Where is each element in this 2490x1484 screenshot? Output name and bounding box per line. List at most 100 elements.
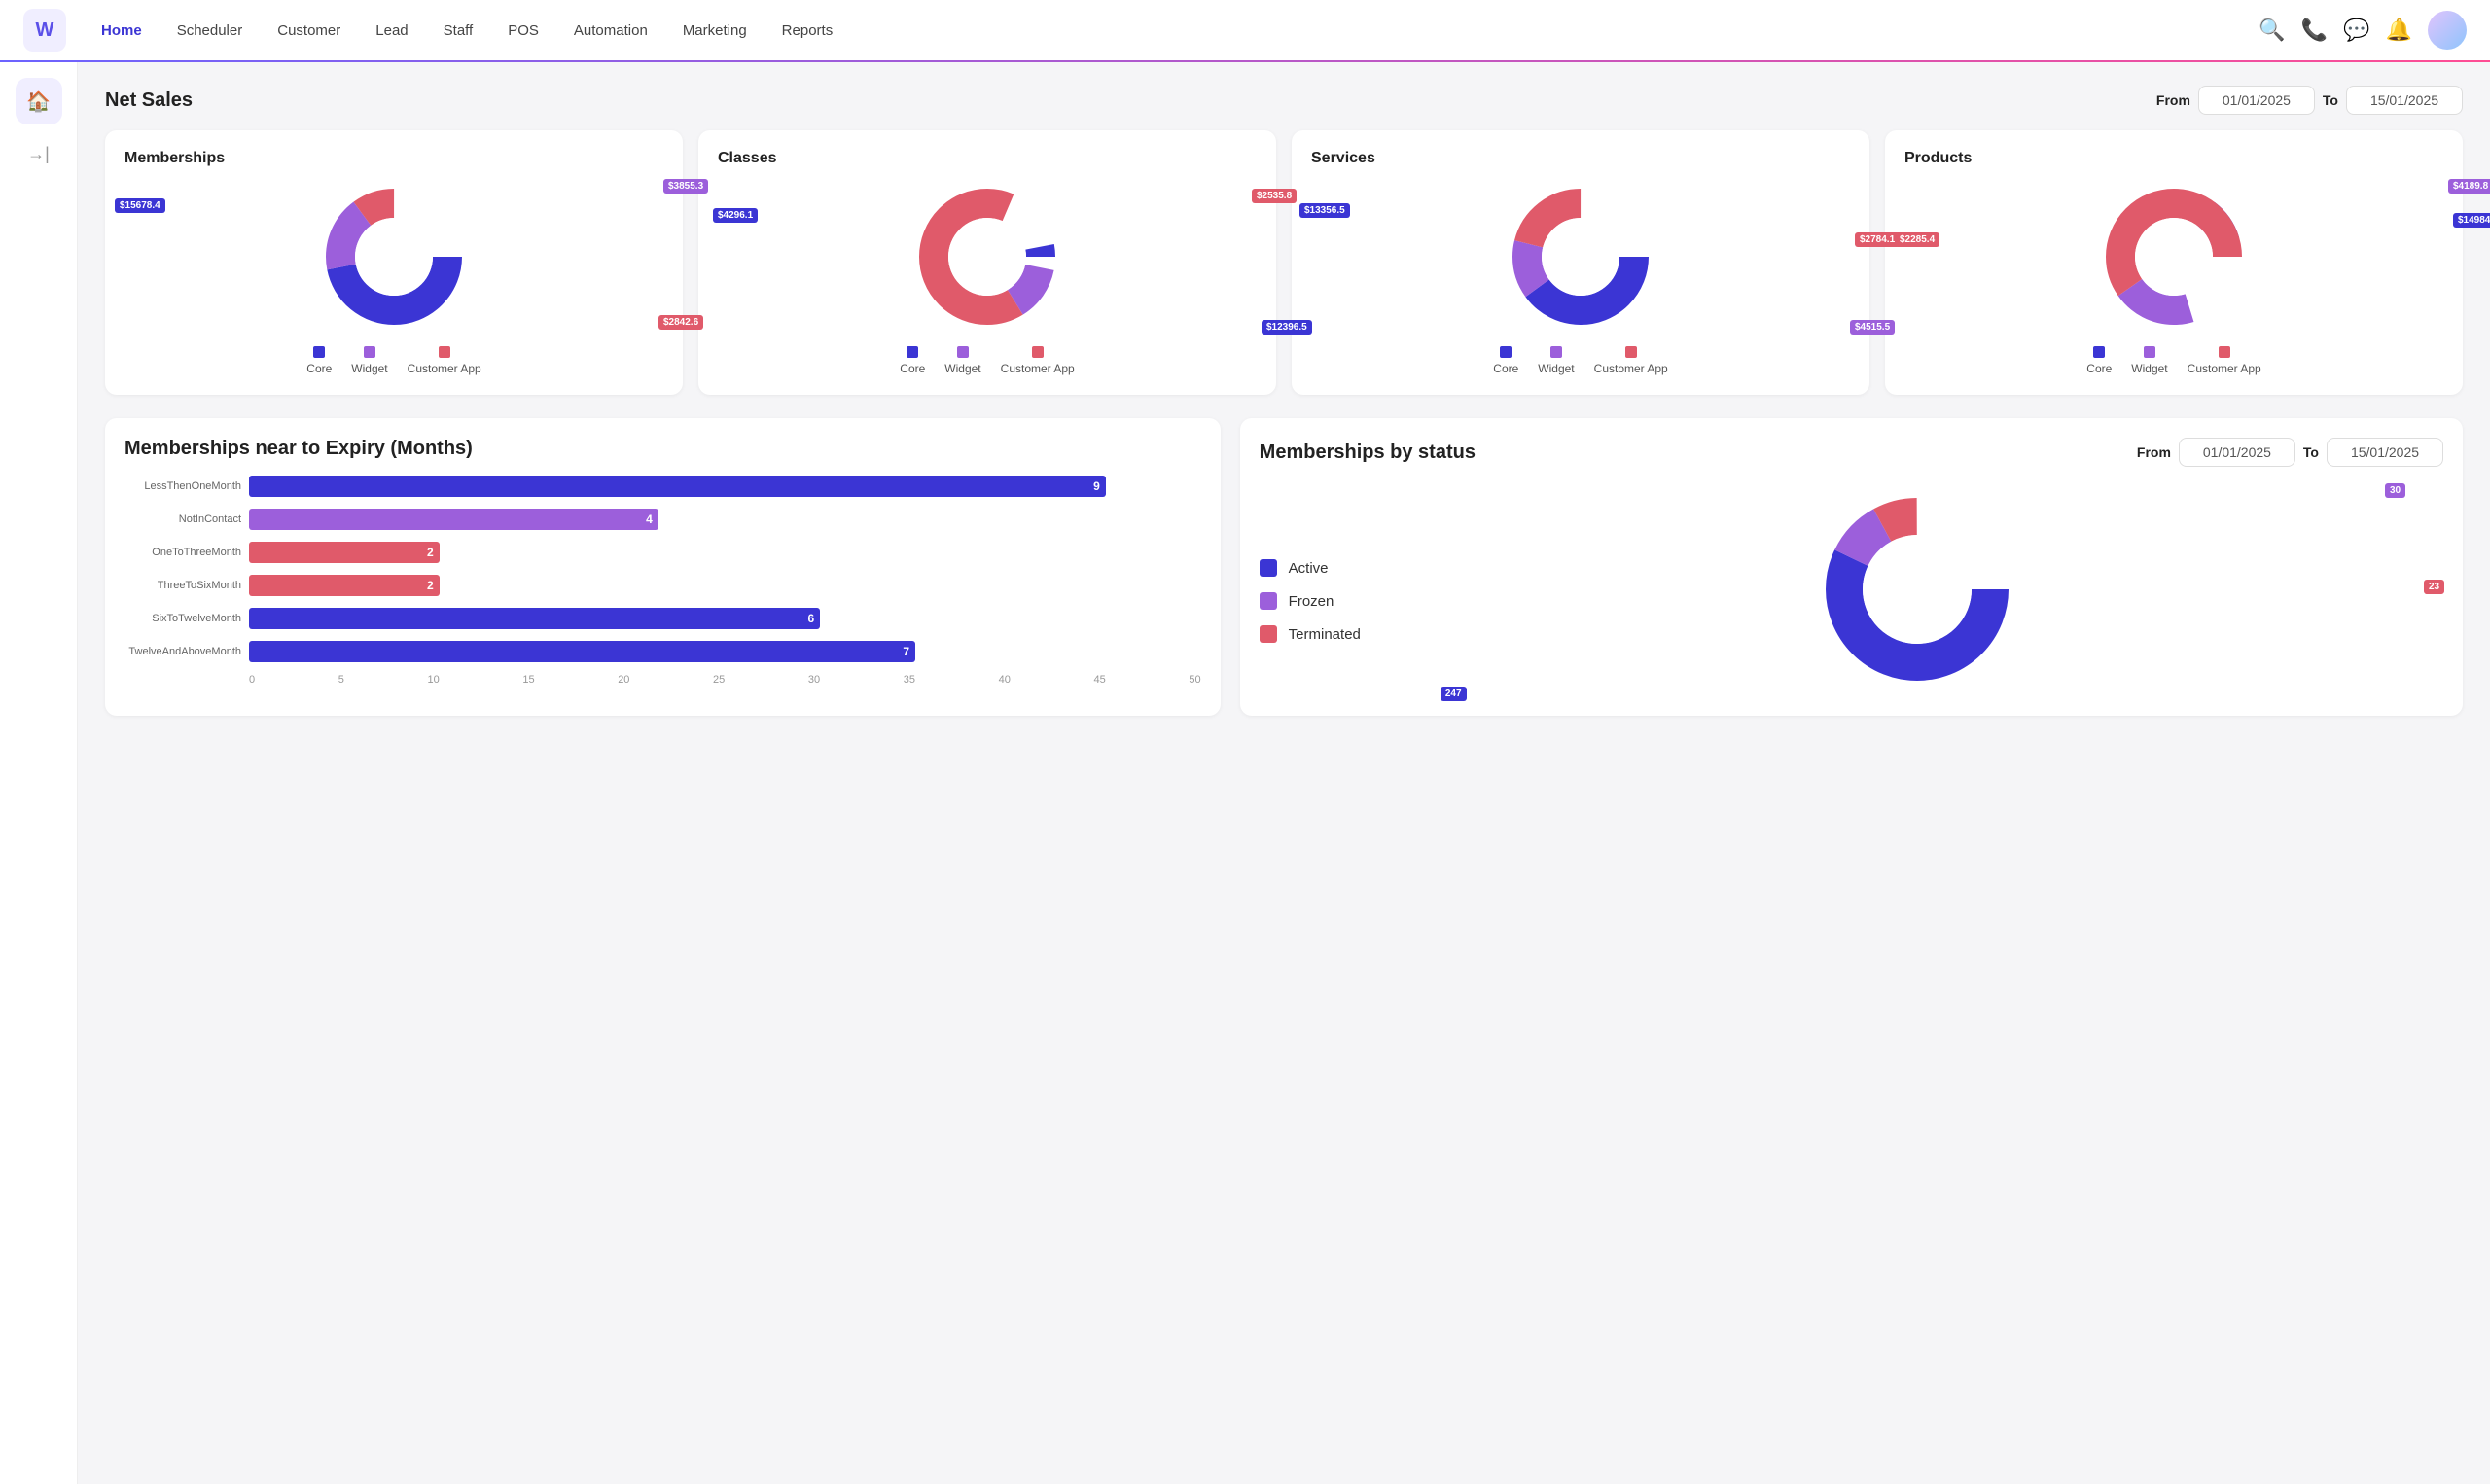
classes-card: Classes $4296.1 $2535.8 $1 xyxy=(698,130,1276,395)
bar-label: TwelveAndAboveMonth xyxy=(124,646,241,657)
nav-item-pos[interactable]: POS xyxy=(492,15,554,47)
whatsapp-icon[interactable]: 💬 xyxy=(2343,18,2369,43)
classes-legend-widget: Widget xyxy=(944,346,980,375)
memberships-donut-svg xyxy=(316,179,472,335)
bar-track: 4 xyxy=(249,509,1201,530)
bar-label: NotInContact xyxy=(124,513,241,525)
bar-fill: 7 xyxy=(249,641,915,662)
bar-row: LessThenOneMonth 9 xyxy=(124,476,1201,497)
status-terminated: Terminated xyxy=(1260,625,1361,643)
sidebar-home-icon[interactable]: 🏠 xyxy=(16,78,62,124)
memberships-title: Memberships xyxy=(124,150,663,167)
nav-item-automation[interactable]: Automation xyxy=(558,15,663,47)
services-card: Services $13356.5 $2784.1 xyxy=(1292,130,1869,395)
active-label: Active xyxy=(1289,560,1329,577)
main-content: Net Sales From 01/01/2025 To 15/01/2025 … xyxy=(78,62,2490,1484)
products-title: Products xyxy=(1904,150,2443,167)
nav-item-staff[interactable]: Staff xyxy=(428,15,489,47)
bar-label: OneToThreeMonth xyxy=(124,547,241,558)
terminated-label: Terminated xyxy=(1289,626,1361,643)
terminated-dot xyxy=(1260,625,1277,643)
bar-row: SixToTwelveMonth 6 xyxy=(124,608,1201,629)
status-chart-body: Active Frozen Terminated xyxy=(1260,482,2443,696)
classes-donut-wrapper: $4296.1 $2535.8 $12396.5 xyxy=(718,179,1257,335)
status-donut-svg xyxy=(1810,482,2024,696)
status-active-val: 247 xyxy=(1441,687,1467,701)
frozen-label: Frozen xyxy=(1289,593,1334,610)
nav-item-reports[interactable]: Reports xyxy=(766,15,849,47)
from-label: From xyxy=(2156,92,2190,108)
status-donut-container: 30 23 247 xyxy=(1392,482,2443,696)
status-frozen: Frozen xyxy=(1260,592,1361,610)
services-legend-core: Core xyxy=(1493,346,1518,375)
products-card: Products $2285.4 $4189.8 $ xyxy=(1885,130,2463,395)
avatar[interactable] xyxy=(2428,11,2467,50)
logo[interactable]: W xyxy=(23,9,66,52)
frozen-dot xyxy=(1260,592,1277,610)
classes-legend-core: Core xyxy=(900,346,925,375)
bar-label: ThreeToSixMonth xyxy=(124,580,241,591)
nav-item-marketing[interactable]: Marketing xyxy=(667,15,763,47)
products-widget-val: $4189.8 xyxy=(2448,179,2490,194)
net-sales-title: Net Sales xyxy=(105,89,193,112)
legend-widget: Widget xyxy=(351,346,387,375)
products-customer-val: $14984.7 xyxy=(2453,213,2490,228)
memberships-donut-wrapper: $15678.4 $3855.3 $2842.6 xyxy=(124,179,663,335)
bar-fill: 9 xyxy=(249,476,1106,497)
memberships-widget-val: $3855.3 xyxy=(663,179,708,194)
products-donut-wrapper: $2285.4 $4189.8 $14984.7 xyxy=(1904,179,2443,335)
nav-links: Home Scheduler Customer Lead Staff POS A… xyxy=(86,15,2251,47)
bar-track: 6 xyxy=(249,608,1201,629)
donut-cards-row: Memberships $15678.4 xyxy=(105,130,2463,395)
classes-legend-customer-app: Customer App xyxy=(1001,346,1075,375)
net-sales-header: Net Sales From 01/01/2025 To 15/01/2025 xyxy=(105,86,2463,115)
memberships-legend: Core Widget Customer App xyxy=(124,346,663,375)
classes-legend: Core Widget Customer App xyxy=(718,346,1257,375)
classes-title: Classes xyxy=(718,150,1257,167)
bar-fill: 4 xyxy=(249,509,658,530)
status-chart-card: Memberships by status From 01/01/2025 To… xyxy=(1240,418,2463,716)
services-legend-widget: Widget xyxy=(1538,346,1574,375)
customer-app-dot xyxy=(439,346,450,358)
sidebar-collapse-icon[interactable]: →| xyxy=(27,144,50,164)
products-legend-widget: Widget xyxy=(2131,346,2167,375)
services-core-val: $13356.5 xyxy=(1299,203,1350,218)
classes-core-val: $4296.1 xyxy=(713,208,758,223)
navbar: W Home Scheduler Customer Lead Staff POS… xyxy=(0,0,2490,62)
notification-icon[interactable]: 🔔 xyxy=(2386,18,2412,43)
search-icon[interactable]: 🔍 xyxy=(2259,18,2285,43)
status-chart-header: Memberships by status From 01/01/2025 To… xyxy=(1260,438,2443,467)
nav-item-scheduler[interactable]: Scheduler xyxy=(161,15,259,47)
status-from-date[interactable]: 01/01/2025 xyxy=(2179,438,2295,467)
net-sales-date-range: From 01/01/2025 To 15/01/2025 xyxy=(2156,86,2463,115)
services-legend-customer-app: Customer App xyxy=(1594,346,1668,375)
bar-fill: 6 xyxy=(249,608,820,629)
to-date-input[interactable]: 15/01/2025 xyxy=(2346,86,2463,115)
classes-customer-val: $12396.5 xyxy=(1262,320,1312,335)
expiry-chart-title: Memberships near to Expiry (Months) xyxy=(124,438,1201,460)
status-to-date[interactable]: 15/01/2025 xyxy=(2327,438,2443,467)
services-donut-svg xyxy=(1503,179,1658,335)
nav-item-home[interactable]: Home xyxy=(86,15,158,47)
classes-donut-svg xyxy=(909,179,1065,335)
widget-dot xyxy=(364,346,375,358)
bar-row: TwelveAndAboveMonth 7 xyxy=(124,641,1201,662)
bar-row: ThreeToSixMonth 2 xyxy=(124,575,1201,596)
phone-icon[interactable]: 📞 xyxy=(2301,18,2328,43)
status-date-range: From 01/01/2025 To 15/01/2025 xyxy=(2137,438,2443,467)
nav-item-lead[interactable]: Lead xyxy=(360,15,423,47)
services-title: Services xyxy=(1311,150,1850,167)
bar-label: LessThenOneMonth xyxy=(124,480,241,492)
products-legend-core: Core xyxy=(2086,346,2112,375)
products-legend-customer-app: Customer App xyxy=(2188,346,2261,375)
nav-item-customer[interactable]: Customer xyxy=(262,15,356,47)
status-chart-title: Memberships by status xyxy=(1260,442,1476,464)
services-legend: Core Widget Customer App xyxy=(1311,346,1850,375)
from-date-input[interactable]: 01/01/2025 xyxy=(2198,86,2315,115)
bar-track: 2 xyxy=(249,575,1201,596)
nav-icons: 🔍 📞 💬 🔔 xyxy=(2259,11,2467,50)
status-legend: Active Frozen Terminated xyxy=(1260,559,1361,643)
legend-core: Core xyxy=(306,346,332,375)
products-core-val: $2285.4 xyxy=(1895,232,1939,247)
bar-track: 9 xyxy=(249,476,1201,497)
